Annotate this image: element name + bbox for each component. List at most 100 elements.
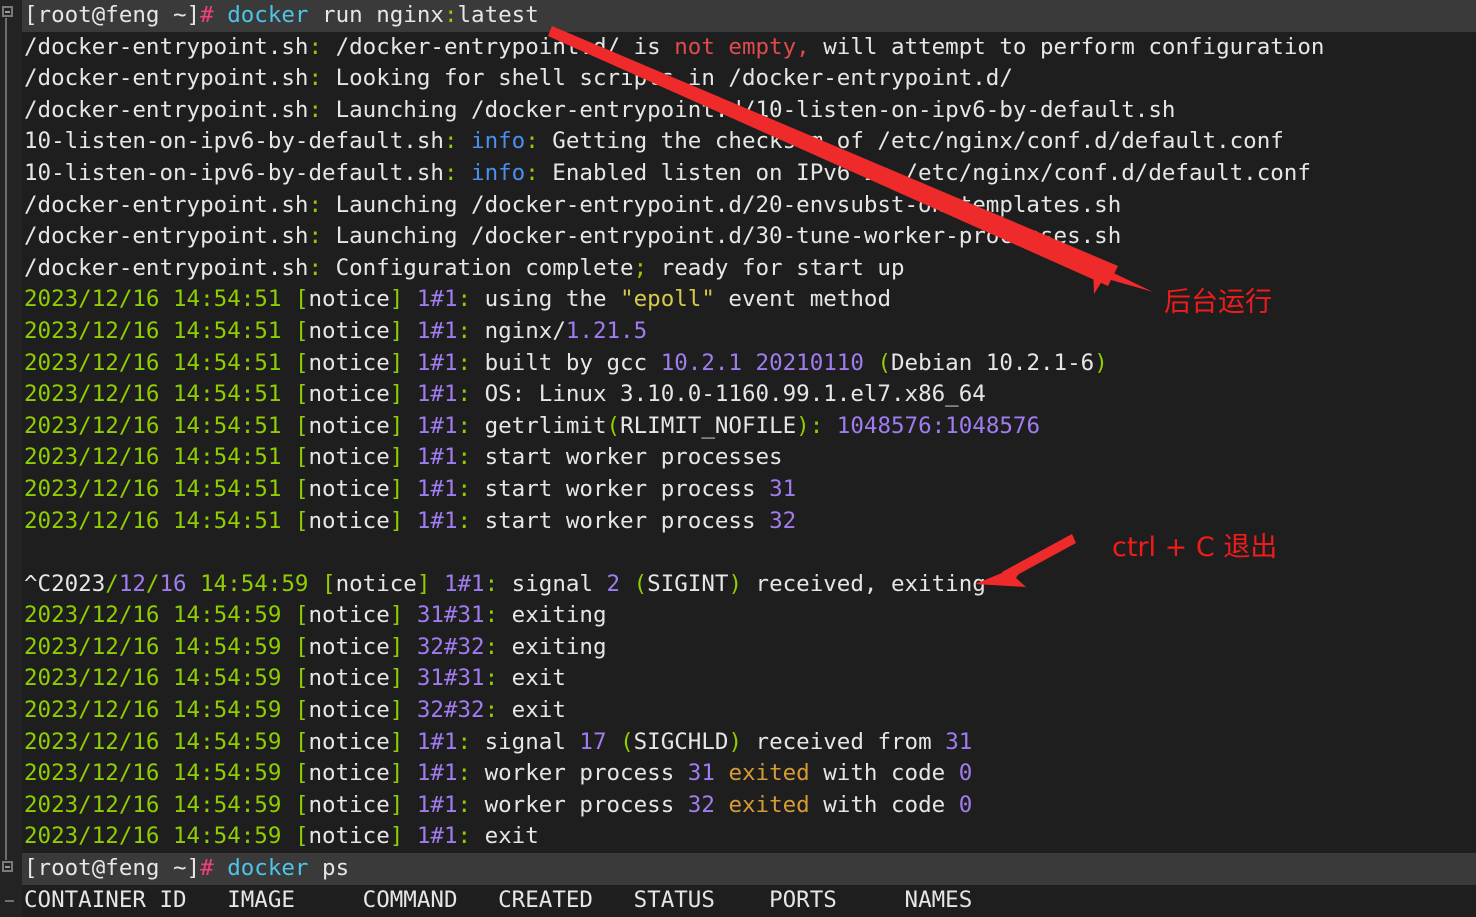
bracket-open: [: [294, 349, 309, 376]
msg-exiting: exiting: [498, 633, 607, 660]
signal-name: SIGCHLD: [633, 728, 729, 755]
colon: :: [457, 728, 472, 755]
paren-open: (: [606, 412, 621, 439]
msg-exit: exit: [498, 697, 566, 724]
terminal-output[interactable]: [root@feng ~]# docker run nginx:latest /…: [0, 0, 1476, 917]
msg-exited: exited: [728, 791, 810, 818]
colon: :: [308, 191, 323, 218]
log-timestamp: 2023/12/16 14:54:51: [24, 349, 282, 376]
bracket-close: ]: [389, 665, 404, 692]
fold-toggle-bottom[interactable]: [2, 861, 13, 872]
colon: :: [457, 381, 472, 408]
col-image: IMAGE: [227, 886, 295, 913]
output-line-launch-30: /docker-entrypoint.sh: Launching /docker…: [0, 221, 1476, 253]
ctrl-c-marker: ^C2023: [24, 570, 106, 597]
msg-exit: exit: [471, 823, 539, 850]
col-status: STATUS: [633, 886, 715, 913]
output-line-not-empty: /docker-entrypoint.sh: /docker-entrypoin…: [0, 32, 1476, 64]
log-pid: 1#1: [416, 286, 458, 313]
log-pid: 1#1: [416, 728, 458, 755]
colon: :: [457, 349, 472, 376]
col-names: NAMES: [904, 886, 973, 913]
bracket-close: ]: [389, 697, 404, 724]
col-ports: PORTS: [769, 886, 837, 913]
msg-exiting: exiting: [498, 602, 607, 629]
entrypoint-name: /docker-entrypoint.sh: [24, 254, 309, 281]
log-line-sigchld: 2023/12/16 14:54:59 [notice] 1#1: signal…: [0, 727, 1476, 759]
log-line-31-exit: 2023/12/16 14:54:59 [notice] 31#31: exit: [0, 663, 1476, 695]
log-pid: 1#1: [416, 444, 458, 471]
paren-close: ): [728, 570, 742, 597]
log-pid: 1#1: [416, 507, 458, 534]
output-line-config-complete: /docker-entrypoint.sh: Configuration com…: [0, 253, 1476, 285]
log-timestamp: 2023/12/16 14:54:59: [24, 728, 282, 755]
colon: :: [457, 475, 472, 502]
colon: :: [525, 128, 539, 155]
msg-part-a: /docker-entrypoint.d/ is: [322, 33, 675, 60]
colon: :: [809, 412, 824, 439]
tag-colon: :: [443, 2, 458, 28]
exit-code: 0: [958, 791, 973, 818]
colon: :: [308, 65, 323, 92]
log-line-epoll: 2023/12/16 14:54:51 [notice] 1#1: using …: [0, 284, 1476, 316]
command-args: ps: [308, 855, 350, 882]
log-timestamp: 2023/12/16 14:54:59: [24, 791, 282, 818]
space-3: [457, 160, 471, 186]
ipv6-script-name: 10-listen-on-ipv6-by-default.sh: [24, 159, 444, 186]
msg-checksum: Getting the checksum of /etc/nginx/conf.…: [538, 128, 1284, 155]
log-pid: 1#1: [416, 412, 458, 439]
msg-worker-proc: worker process: [471, 791, 688, 818]
log-pid: 1#1: [443, 570, 485, 597]
msg-signal: signal: [471, 728, 580, 755]
command-docker: docker: [227, 2, 309, 28]
prompt-hash: #: [200, 2, 214, 28]
exit-code: 0: [958, 760, 973, 787]
time: 14:54:59: [186, 570, 309, 597]
terminal-window: [root@feng ~]# docker run nginx:latest /…: [0, 0, 1476, 917]
bracket-close: ]: [389, 444, 404, 471]
log-pid: 1#1: [416, 475, 458, 502]
bracket-open: [: [294, 507, 309, 534]
log-level: notice: [308, 823, 390, 850]
bracket-close: ]: [389, 475, 404, 502]
slash: /: [105, 570, 119, 597]
msg-exit: exit: [498, 665, 566, 692]
msg-received-from: received from: [741, 728, 946, 755]
log-level: notice: [308, 665, 390, 692]
col-container-id: CONTAINER ID: [24, 886, 187, 913]
rlimit-values: 1048576:1048576: [823, 412, 1041, 439]
bracket-open: [: [294, 602, 309, 629]
month: 12: [118, 570, 146, 597]
command-args: run nginx: [308, 2, 444, 28]
msg-with-code: with code: [809, 760, 959, 787]
output-line-launch-10: /docker-entrypoint.sh: Launching /docker…: [0, 95, 1476, 127]
log-line-sigint: ^C2023/12/16 14:54:59 [notice] 1#1: sign…: [0, 569, 1476, 601]
log-pid: 32#32: [416, 697, 485, 724]
bracket-open: [: [294, 760, 309, 787]
ipv6-script-name: 10-listen-on-ipv6-by-default.sh: [24, 128, 444, 155]
bracket-open: [: [294, 286, 309, 313]
log-line-start-worker-32: 2023/12/16 14:54:51 [notice] 1#1: start …: [0, 506, 1476, 538]
worker-pid: 31: [687, 760, 715, 787]
bracket-open: [: [294, 381, 309, 408]
msg-built: built by gcc: [471, 349, 661, 376]
colon: :: [308, 254, 323, 281]
log-pid: 1#1: [416, 791, 458, 818]
prompt-line-docker-ps[interactable]: [root@feng ~]# docker ps: [0, 853, 1476, 885]
fold-toggle-top[interactable]: [2, 6, 13, 17]
prompt-line-docker-run[interactable]: [root@feng ~]# docker run nginx:latest: [0, 0, 1476, 32]
fold-rail: [5, 18, 7, 860]
output-line-launch-20: /docker-entrypoint.sh: Launching /docker…: [0, 190, 1476, 222]
log-line-master-exit: 2023/12/16 14:54:59 [notice] 1#1: exit: [0, 821, 1476, 853]
